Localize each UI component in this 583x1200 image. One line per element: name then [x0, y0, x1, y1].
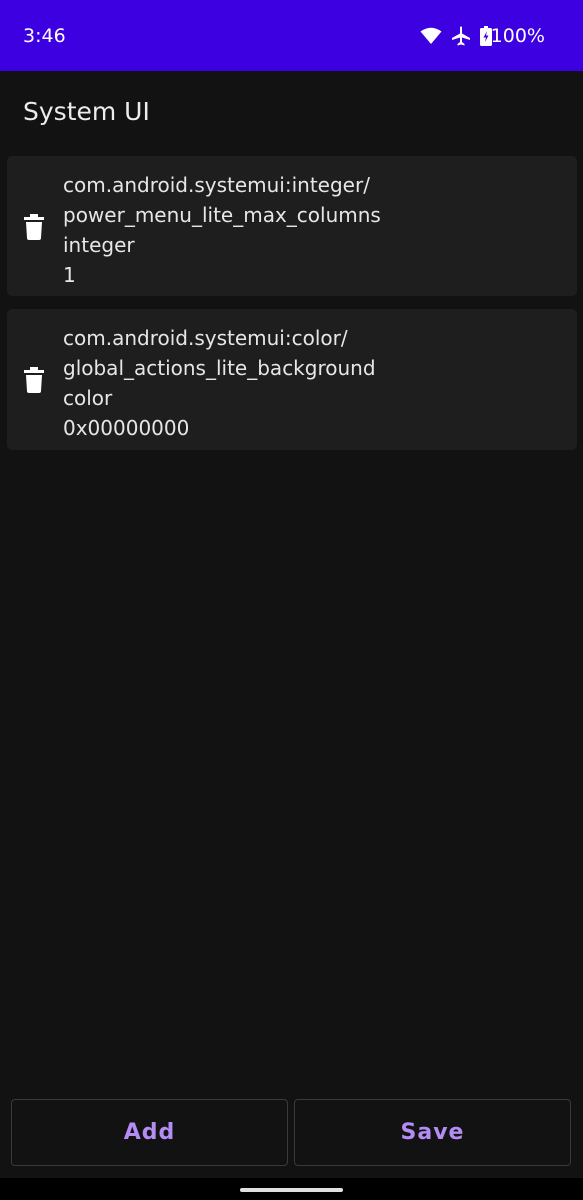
wifi-icon — [420, 27, 442, 45]
list-item: com.android.systemui:color/ global_actio… — [7, 309, 577, 450]
battery: 100% — [479, 24, 545, 48]
battery-percent: 100% — [490, 25, 545, 47]
entry-name-line2: power_menu_lite_max_columns — [63, 203, 381, 227]
add-button[interactable]: Add — [11, 1099, 288, 1166]
entry-text: com.android.systemui:color/ global_actio… — [63, 323, 376, 443]
entry-name-line1: com.android.systemui:integer/ — [63, 173, 370, 197]
status-time: 3:46 — [23, 25, 66, 47]
entry-type: integer — [63, 233, 135, 257]
entry-value: 1 — [63, 263, 76, 287]
entry-text: com.android.systemui:integer/ power_menu… — [63, 170, 381, 290]
trash-icon[interactable] — [24, 214, 44, 240]
navigation-bar — [0, 1178, 583, 1200]
status-icons: 100% — [420, 24, 545, 48]
page-title: System UI — [23, 97, 150, 126]
gesture-handle[interactable] — [240, 1188, 343, 1192]
status-bar: 3:46 100% — [0, 0, 583, 71]
entry-name-line2: global_actions_lite_background — [63, 356, 376, 380]
entry-name-line1: com.android.systemui:color/ — [63, 326, 348, 350]
trash-icon[interactable] — [24, 367, 44, 393]
list-item: com.android.systemui:integer/ power_menu… — [7, 156, 577, 296]
airplane-icon — [451, 26, 471, 46]
entry-value: 0x00000000 — [63, 416, 190, 440]
save-button[interactable]: Save — [294, 1099, 571, 1166]
entry-type: color — [63, 386, 113, 410]
